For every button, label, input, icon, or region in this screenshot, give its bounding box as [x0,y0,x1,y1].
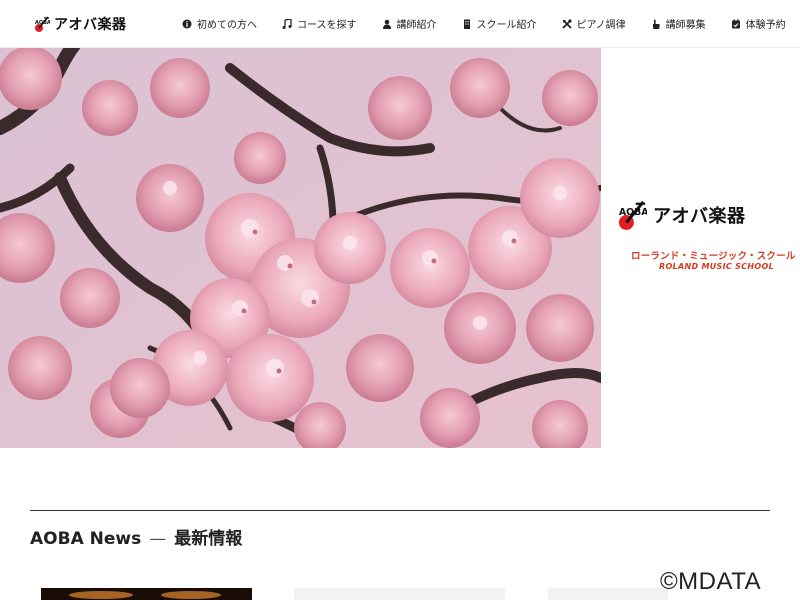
section-divider [30,510,770,511]
news-card-image[interactable] [294,588,505,600]
nav-label: コースを探す [297,20,357,31]
news-title-jp: 最新情報 [174,529,243,549]
hero-side-panel: AOBA アオバ楽器 ローランド・ミュージック・スクール ROLAND MUSI… [601,48,800,448]
news-title-en: AOBA News [30,529,142,549]
cherry-blossom-illustration [0,48,601,448]
nav-label: 講師募集 [665,20,706,31]
nav-item-find-course[interactable]: コースを探す [282,16,357,31]
info-circle-icon [182,19,192,28]
nav-label: ピアノ調律 [576,20,626,31]
watermark-text: ©MDATA [660,568,762,595]
news-title-dash: — [149,529,167,549]
nav-item-piano-tuning[interactable]: ピアノ調律 [561,16,626,31]
side-logo: AOBA アオバ楽器 [617,198,746,232]
news-card-image[interactable] [548,588,668,600]
news-section-title: AOBA News — 最新情報 [30,524,242,549]
nav-label: スクール紹介 [476,20,537,31]
news-card-image[interactable] [41,588,252,600]
school-name-jp: ローランド・ミュージック・スクール [631,251,796,262]
building-icon [463,19,470,29]
person-icon [382,19,391,29]
nav-label: 体験予約 [745,20,786,31]
logo-text: アオバ楽器 [54,17,127,33]
news-card-thumbnail [41,591,252,600]
nav-label: 講師紹介 [396,20,437,31]
svg-text:AOBA: AOBA [35,20,50,26]
hero-cherry-blossom-image [0,48,601,448]
calendar-check-icon [731,18,740,28]
nav-item-trial-booking[interactable]: 体験予約 [731,16,786,31]
svg-text:AOBA: AOBA [619,207,647,218]
site-header: AOBA アオバ楽器 初めての方へ コースを探す 講師紹介 スクール紹介 ピアノ… [0,0,800,48]
music-note-icon [282,18,292,29]
main-nav: 初めての方へ コースを探す 講師紹介 スクール紹介 ピアノ調律 講師募集 体験予… [182,16,786,31]
nav-item-instructors[interactable]: 講師紹介 [382,16,437,31]
site-logo[interactable]: AOBA アオバ楽器 [34,14,127,34]
nav-item-beginners[interactable]: 初めての方へ [182,16,257,31]
tools-icon [561,18,572,29]
school-name-en: ROLAND MUSIC SCHOOL [659,262,774,271]
aoba-logo-mark-icon: AOBA [618,200,647,230]
hand-pointer-icon [652,19,660,29]
aoba-logo-mark-icon: AOBA [35,16,50,32]
nav-item-recruit[interactable]: 講師募集 [651,16,706,31]
side-logo-text: アオバ楽器 [653,206,746,227]
nav-label: 初めての方へ [197,20,257,31]
nav-item-school[interactable]: スクール紹介 [462,16,537,31]
